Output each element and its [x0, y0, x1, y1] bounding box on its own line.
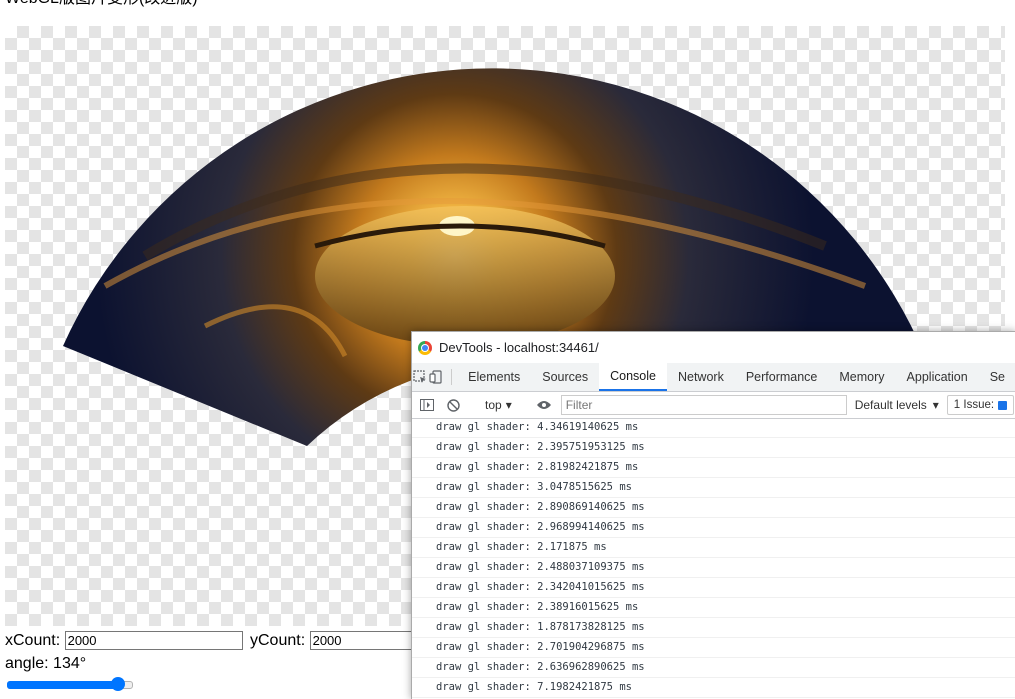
log-line: draw gl shader: 3.0478515625 ms	[412, 478, 1015, 498]
xcount-input[interactable]	[64, 631, 243, 651]
log-line: draw gl shader: 2.395751953125 ms	[412, 438, 1015, 458]
issues-badge[interactable]: 1 Issue:	[946, 395, 1015, 415]
log-line: draw gl shader: 2.38916015625 ms	[412, 598, 1015, 618]
devtools-window: DevTools - localhost:34461/ Elements Sou…	[411, 331, 1015, 699]
device-toolbar-icon[interactable]	[428, 363, 444, 391]
log-line: draw gl shader: 2.342041015625 ms	[412, 578, 1015, 598]
devtools-titlebar: DevTools - localhost:34461/	[412, 332, 1015, 363]
inspect-element-icon[interactable]	[412, 363, 428, 391]
chevron-down-icon: ▾	[505, 398, 512, 412]
console-toolbar: top ▾ Filter Default levels ▾ 1 Issue:	[412, 392, 1015, 419]
issue-flag-icon	[998, 400, 1008, 410]
chrome-logo-icon	[418, 340, 432, 355]
tab-network[interactable]: Network	[667, 363, 735, 391]
log-line: draw gl shader: 2.890869140625 ms	[412, 498, 1015, 518]
tab-elements[interactable]: Elements	[457, 363, 531, 391]
log-line: draw gl shader: 1.878173828125 ms	[412, 618, 1015, 638]
devtools-title: DevTools - localhost:34461/	[439, 340, 599, 355]
tab-separator	[450, 369, 452, 385]
log-line: draw gl shader: 2.81982421875 ms	[412, 458, 1015, 478]
context-selector[interactable]: top ▾	[481, 398, 516, 412]
clear-console-icon[interactable]	[442, 398, 464, 412]
console-output: draw gl shader: 4.34619140625 ms draw gl…	[412, 418, 1015, 699]
log-line: draw gl shader: 7.1982421875 ms	[412, 678, 1015, 698]
xcount-label: xCount:	[5, 632, 61, 649]
tab-performance[interactable]: Performance	[735, 363, 829, 391]
tab-application[interactable]: Application	[896, 363, 979, 391]
eye-icon[interactable]	[533, 400, 555, 410]
tab-security[interactable]: Se	[979, 363, 1015, 391]
angle-label: angle: 134°	[5, 655, 87, 672]
devtools-tabbar: Elements Sources Console Network Perform…	[412, 363, 1015, 392]
xcount-row: xCount:	[5, 631, 243, 651]
log-line: draw gl shader: 2.636962890625 ms	[412, 658, 1015, 678]
ycount-label: yCount:	[250, 632, 306, 649]
context-label: top	[485, 398, 502, 412]
issues-label: 1 Issue:	[953, 399, 995, 411]
log-line: draw gl shader: 2.171875 ms	[412, 538, 1015, 558]
filter-input[interactable]: Filter	[560, 395, 847, 415]
log-line: draw gl shader: 2.488037109375 ms	[412, 558, 1015, 578]
log-line: draw gl shader: 2.968994140625 ms	[412, 518, 1015, 538]
log-levels-label: Default levels	[854, 398, 927, 412]
angle-slider[interactable]	[5, 676, 135, 692]
log-line: draw gl shader: 2.701904296875 ms	[412, 638, 1015, 658]
levels-chevron-icon: ▾	[932, 398, 939, 412]
tab-sources[interactable]: Sources	[531, 363, 599, 391]
slider-fill	[7, 681, 125, 689]
tab-console[interactable]: Console	[599, 363, 667, 391]
sidebar-toggle-icon[interactable]	[416, 399, 438, 411]
tab-memory[interactable]: Memory	[828, 363, 895, 391]
log-line: draw gl shader: 4.34619140625 ms	[412, 418, 1015, 438]
log-levels-dropdown[interactable]: Default levels ▾	[855, 398, 939, 412]
page-title: WebGL版图片变形(改进版)	[5, 0, 198, 9]
